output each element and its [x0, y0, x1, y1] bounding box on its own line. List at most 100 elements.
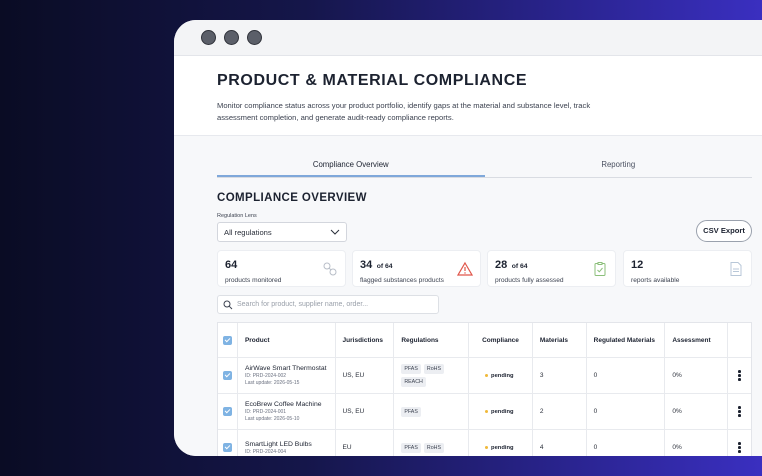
table-row[interactable]: SmartLight LED Bulbs ID: PRD-2024-004 EU… [218, 430, 751, 456]
status-dot-icon [485, 374, 489, 377]
row-checkbox[interactable] [223, 371, 232, 380]
regulations-cell: PFAS [394, 394, 470, 429]
search-input[interactable]: Search for product, supplier name, order… [217, 295, 439, 314]
tab-reporting[interactable]: Reporting [485, 160, 753, 177]
table-row[interactable]: EcoBrew Coffee Machine ID: PRD-2024-001 … [218, 394, 751, 430]
tab-bar: Compliance Overview Reporting [217, 160, 752, 178]
materials-cell: 3 [533, 358, 587, 393]
column-header-actions [728, 323, 751, 357]
tab-compliance-overview[interactable]: Compliance Overview [217, 160, 485, 177]
column-header-materials[interactable]: Materials [533, 323, 587, 357]
stat-of: of 64 [511, 263, 528, 270]
row-checkbox[interactable] [223, 407, 232, 416]
stat-card-products-monitored: 64 products monitored [217, 250, 346, 287]
row-actions-cell [728, 358, 751, 393]
status-text: pending [491, 372, 514, 379]
column-header-product[interactable]: Product [238, 323, 336, 357]
regulation-chip: REACH [401, 377, 426, 387]
regulations-cell: PFAS RoHS [394, 430, 470, 456]
page-header: PRODUCT & MATERIAL COMPLIANCE Monitor co… [174, 56, 762, 136]
search-icon [223, 300, 233, 310]
product-name[interactable]: EcoBrew Coffee Machine [245, 401, 322, 408]
select-all-checkbox[interactable] [223, 335, 232, 345]
column-header-compliance[interactable]: Compliance [469, 323, 533, 357]
regulation-lens-label: Regulation Lens [217, 213, 257, 219]
jurisdictions-cell: US, EU [336, 358, 395, 393]
product-name[interactable]: AirWave Smart Thermostat [245, 365, 327, 372]
row-select-cell [218, 430, 238, 456]
regulation-chip: RoHS [423, 364, 445, 374]
column-header-regulations[interactable]: Regulations [394, 323, 470, 357]
stat-card-reports: 12 reports available [623, 250, 752, 287]
product-cell: SmartLight LED Bulbs ID: PRD-2024-004 [238, 430, 336, 456]
product-cell: AirWave Smart Thermostat ID: PRD-2024-00… [238, 358, 336, 393]
status-badge: pending [485, 373, 514, 379]
stat-card-fully-assessed: 28 of 64 products fully assessed [487, 250, 616, 287]
assessment-cell: 0% [665, 358, 729, 393]
regulation-chip: PFAS [401, 442, 421, 453]
window-control-minimize[interactable] [224, 30, 239, 45]
compliance-cell: pending [469, 430, 533, 456]
page-title: PRODUCT & MATERIAL COMPLIANCE [217, 72, 528, 89]
product-id: ID: PRD-2024-004 [244, 448, 287, 455]
column-header-regulated-materials[interactable]: Regulated Materials [587, 323, 666, 357]
compliance-cell: pending [469, 358, 533, 393]
stat-label: products fully assessed [495, 277, 564, 284]
window-titlebar [174, 20, 762, 56]
table-header-row: Product Jurisdictions Regulations Compli… [218, 323, 751, 358]
assessment-cell: 0% [665, 430, 729, 456]
regulation-lens-value: All regulations [224, 228, 272, 237]
more-options-icon[interactable] [738, 370, 741, 381]
more-options-icon[interactable] [738, 406, 741, 417]
stat-value: 64 [225, 259, 238, 271]
table-row[interactable]: AirWave Smart Thermostat ID: PRD-2024-00… [218, 358, 751, 394]
row-checkbox[interactable] [223, 443, 232, 452]
select-all-cell [218, 323, 238, 357]
stat-value: 12 [631, 259, 644, 271]
search-placeholder: Search for product, supplier name, order… [237, 301, 369, 308]
warning-icon [457, 261, 473, 276]
materials-cell: 4 [533, 430, 587, 456]
molecule-icon [323, 262, 337, 276]
status-dot-icon [485, 410, 489, 413]
more-options-icon[interactable] [738, 442, 741, 453]
products-table: Product Jurisdictions Regulations Compli… [217, 322, 752, 456]
window-control-close[interactable] [201, 30, 216, 45]
stat-label: flagged substances products [360, 277, 444, 284]
materials-cell: 2 [533, 394, 587, 429]
product-id: ID: PRD-2024-001 [244, 409, 287, 415]
compliance-cell: pending [469, 394, 533, 429]
product-name[interactable]: SmartLight LED Bulbs [245, 441, 312, 448]
row-select-cell [218, 358, 238, 393]
document-icon [730, 262, 742, 276]
row-select-cell [218, 394, 238, 429]
status-text: pending [491, 444, 514, 451]
row-actions-cell [728, 430, 751, 456]
column-header-jurisdictions[interactable]: Jurisdictions [336, 323, 395, 357]
regulation-lens-select[interactable]: All regulations [217, 222, 347, 242]
product-updated: Last update: 2026-05-10 [244, 416, 300, 422]
regulated-materials-cell: 0 [587, 394, 666, 429]
stat-value: 28 [495, 259, 508, 271]
product-updated: Last update: 2026-05-15 [244, 380, 300, 386]
regulated-materials-cell: 0 [587, 358, 666, 393]
page-description: Monitor compliance status across your pr… [217, 101, 591, 122]
stat-card-flagged: 34 of 64 flagged substances products [352, 250, 481, 287]
csv-export-button[interactable]: CSV Export [696, 220, 752, 242]
chevron-down-icon [330, 229, 340, 235]
column-header-assessment[interactable]: Assessment [665, 323, 729, 357]
status-badge: pending [485, 409, 514, 415]
jurisdictions-cell: US, EU [336, 394, 395, 429]
app-window: PRODUCT & MATERIAL COMPLIANCE Monitor co… [174, 20, 762, 456]
assessment-cell: 0% [665, 394, 729, 429]
regulation-chip: PFAS [401, 364, 421, 374]
window-control-maximize[interactable] [247, 30, 262, 45]
clipboard-check-icon [594, 262, 606, 276]
product-id: ID: PRD-2024-002 [244, 373, 287, 379]
section-title: COMPLIANCE OVERVIEW [217, 192, 367, 204]
regulation-chip: PFAS [401, 406, 421, 417]
status-badge: pending [485, 445, 514, 451]
main-content: Compliance Overview Reporting COMPLIANCE… [174, 136, 762, 456]
stat-label: products monitored [225, 277, 282, 284]
stat-label: reports available [631, 277, 680, 284]
